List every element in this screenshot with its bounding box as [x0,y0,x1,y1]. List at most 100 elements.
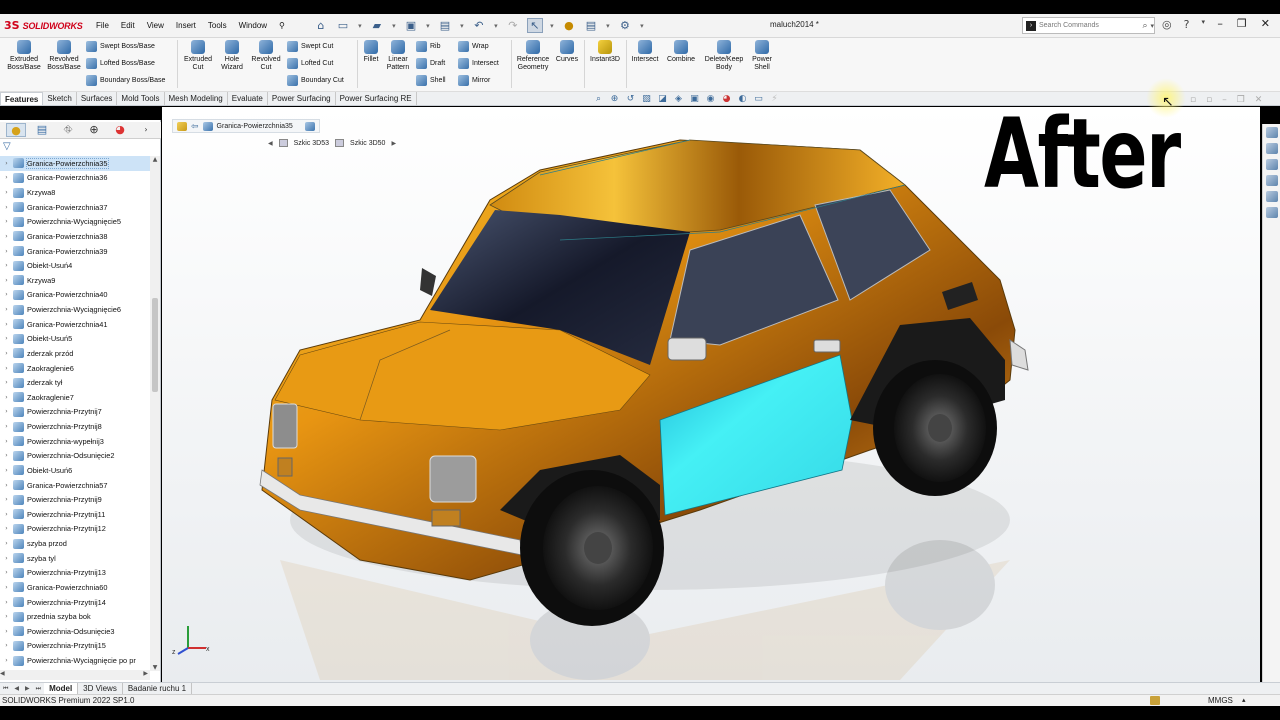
select-arrow-icon[interactable]: ↖ [526,18,543,33]
view-palette-icon[interactable] [1265,175,1278,186]
pin-icon[interactable]: ⚲ [273,21,291,30]
tree-item[interactable]: › Granica-Powierzchnia60 [0,580,150,595]
revolved-cut-button[interactable]: Revolved Cut [249,40,283,72]
power-shell-button[interactable]: Power Shell [748,40,776,72]
help-dropdown-icon[interactable]: ▾ [1201,18,1205,31]
tree-item[interactable]: › zderzak przód [0,346,150,361]
tree-expand-icon[interactable]: › [0,599,13,606]
search-input[interactable]: Search Commands [1039,22,1139,29]
tree-expand-icon[interactable]: › [0,438,13,445]
viewport-minimize-icon[interactable]: ▫ [1190,95,1196,105]
swept-cut-button[interactable]: Swept Cut [287,41,333,52]
tree-item[interactable]: › Obiekt-Usuń4 [0,258,150,273]
tab-evaluate[interactable]: Evaluate [228,92,268,105]
properties-dropdown-icon[interactable]: ▾ [605,22,611,30]
tree-item[interactable]: › Granica-Powierzchnia36 [0,171,150,186]
tree-item[interactable]: › Krzywa8 [0,185,150,200]
resources-home-icon[interactable] [1265,127,1278,138]
tree-expand-icon[interactable]: › [0,642,13,649]
tree-expand-icon[interactable]: › [0,467,13,474]
home-icon[interactable]: ⌂ [313,19,329,32]
wrap-button[interactable]: Wrap [458,41,489,52]
combine-button[interactable]: Combine [664,40,698,64]
tree-item[interactable]: › Powierzchnia-Przytnij8 [0,419,150,434]
tree-item[interactable]: › Granica-Powierzchnia39 [0,244,150,259]
tree-item[interactable]: › Powierzchnia-wypełnij3 [0,434,150,449]
tree-expand-icon[interactable]: › [0,379,13,386]
view-orientation-icon[interactable]: ◈ [672,94,685,105]
rebuild-icon[interactable]: ● [561,19,577,32]
print-icon[interactable]: ▤ [437,19,453,32]
instant3d-button[interactable]: Instant3D [587,40,623,64]
save-dropdown-icon[interactable]: ▾ [425,22,431,30]
view-settings-icon[interactable]: ▭ [752,94,765,105]
tab-motion-study[interactable]: Badanie ruchu 1 [123,683,193,694]
tree-item[interactable]: › Powierzchnia-Przytnij12 [0,522,150,537]
menu-window[interactable]: Window [233,21,273,30]
breadcrumb-left-arrow-icon[interactable]: ◀ [268,140,273,147]
select-dropdown-icon[interactable]: ▾ [549,22,555,30]
new-document-icon[interactable]: ▭ [335,19,351,32]
boundary-cut-button[interactable]: Boundary Cut [287,75,344,86]
tree-item[interactable]: › Granica-Powierzchnia57 [0,478,150,493]
display-style-icon[interactable]: ▣ [688,94,701,105]
tree-item[interactable]: › Obiekt-Usuń6 [0,463,150,478]
tab-model[interactable]: Model [44,683,79,694]
tree-expand-icon[interactable]: › [0,555,13,562]
edit-appearance-icon[interactable]: ◕ [720,94,733,105]
options-dropdown-icon[interactable]: ▾ [639,22,645,30]
tree-expand-icon[interactable]: › [0,321,13,328]
rib-button[interactable]: Rib [416,41,441,52]
tree-expand-icon[interactable]: › [0,204,13,211]
tab-next-icon[interactable]: ▶ [22,685,33,692]
tree-item[interactable]: › Zaokraglenie6 [0,361,150,376]
zoom-to-area-icon[interactable]: ⊕ [608,94,621,105]
tree-expand-icon[interactable]: › [0,496,13,503]
tree-expand-icon[interactable]: › [0,584,13,591]
tab-3d-views[interactable]: 3D Views [78,683,123,694]
user-account-icon[interactable]: ◎ [1162,18,1172,31]
back-arrow-icon[interactable]: ⇦ [191,121,199,132]
search-dropdown-icon[interactable]: ▾ [1150,22,1154,30]
intersect-button[interactable]: Intersect [628,40,662,64]
feature-tree-tab-icon[interactable]: ● [6,123,26,137]
undo-icon[interactable]: ↶ [471,19,487,32]
scroll-thumb[interactable] [152,298,158,392]
tree-item[interactable]: › przednia szyba bok [0,609,150,624]
breadcrumb-sketch-b[interactable]: Szkic 3D50 [350,140,385,147]
tree-item[interactable]: › Granica-Powierzchnia37 [0,200,150,215]
section-view-icon[interactable]: ▧ [640,94,653,105]
realview-icon[interactable]: ⚡ [768,94,781,105]
lofted-cut-button[interactable]: Lofted Cut [287,58,333,69]
tree-expand-icon[interactable]: › [0,160,13,167]
tree-item[interactable]: › szyba przod [0,536,150,551]
undo-dropdown-icon[interactable]: ▾ [493,22,499,30]
breadcrumb-body-icon[interactable] [304,121,315,131]
search-icon[interactable]: ⌕ [1142,20,1147,31]
unit-system[interactable]: MMGS [1208,695,1233,706]
tab-surfaces[interactable]: Surfaces [77,92,118,105]
tab-prev-icon[interactable]: ◀ [11,685,22,692]
reference-geometry-button[interactable]: Reference Geometry [514,40,552,72]
lofted-boss-button[interactable]: Lofted Boss/Base [86,58,155,69]
units-dropdown-icon[interactable]: ▴ [1242,695,1246,706]
tree-item[interactable]: › Powierzchnia-Przytnij9 [0,492,150,507]
tree-item[interactable]: › Powierzchnia-Przytnij15 [0,639,150,654]
previous-view-icon[interactable]: ↺ [624,94,637,105]
rebuild-status-icon[interactable] [1150,696,1160,705]
scroll-left-icon[interactable]: ◀ [0,670,5,677]
tree-expand-icon[interactable]: › [0,277,13,284]
options-gear-icon[interactable]: ⚙ [617,19,633,32]
file-explorer-icon[interactable] [1265,159,1278,170]
tree-expand-icon[interactable]: › [0,569,13,576]
help-icon[interactable]: ? [1184,18,1190,31]
close-icon[interactable]: ✕ [1261,17,1270,30]
property-manager-tab-icon[interactable]: ▤ [32,123,52,137]
draft-button[interactable]: Draft [416,58,445,69]
save-icon[interactable]: ▣ [403,19,419,32]
tree-item[interactable]: › Granica-Powierzchnia38 [0,229,150,244]
tab-features[interactable]: Features [0,92,44,105]
tree-item[interactable]: › Powierzchnia-Przytnij14 [0,595,150,610]
tree-expand-icon[interactable]: › [0,174,13,181]
scroll-down-icon[interactable]: ▼ [150,664,160,671]
